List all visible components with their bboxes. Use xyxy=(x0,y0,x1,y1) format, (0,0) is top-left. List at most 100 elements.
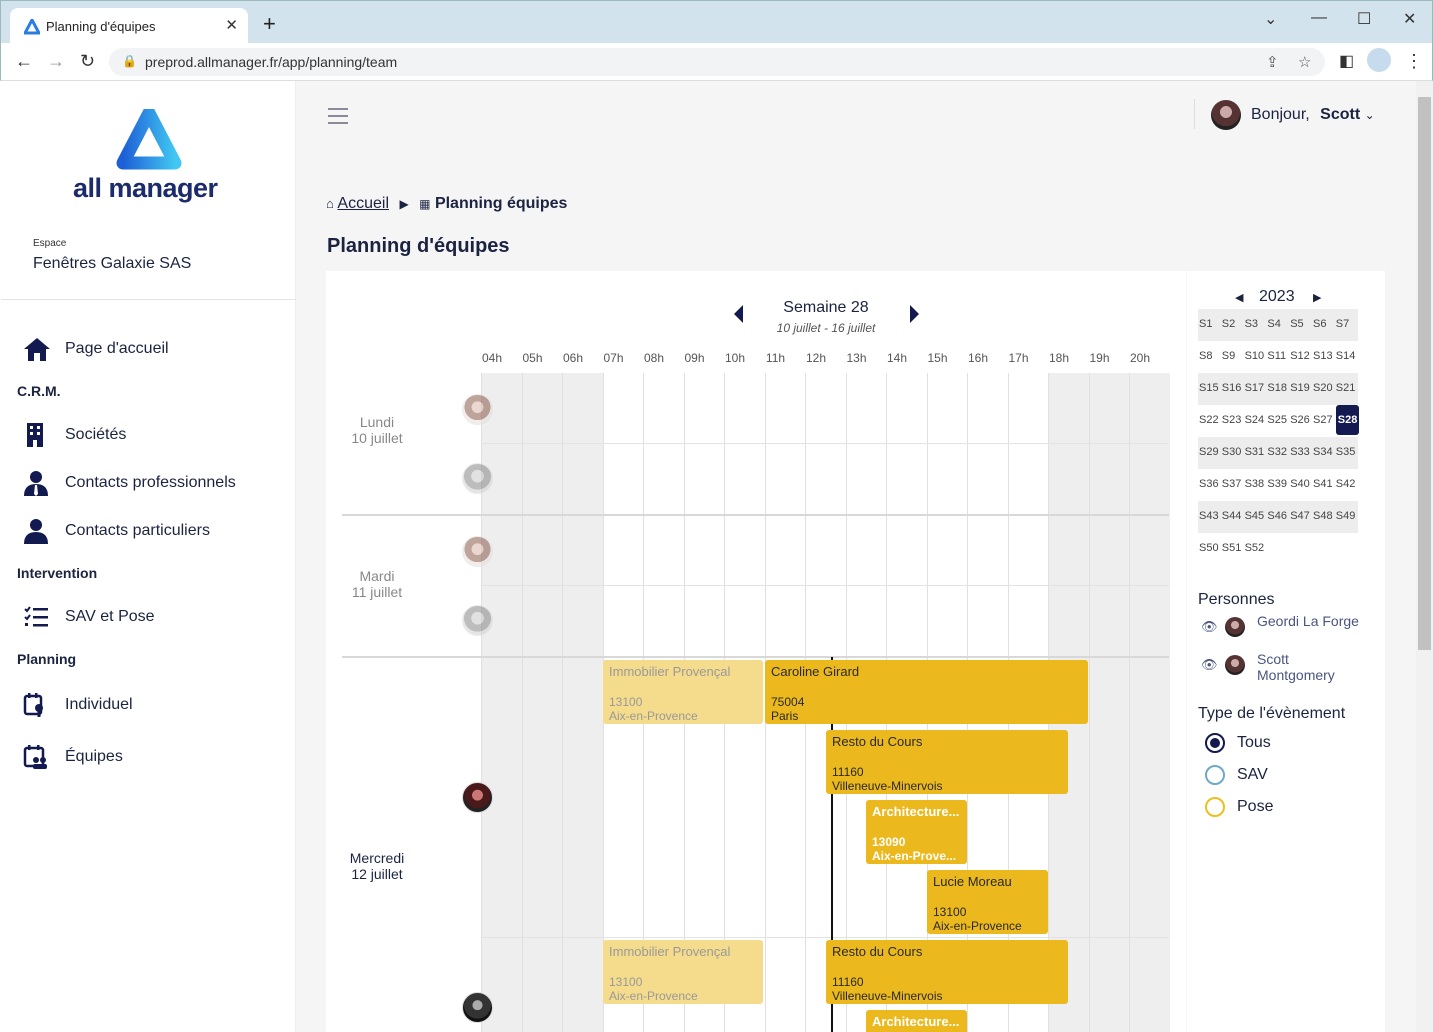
week-cell[interactable]: S27 xyxy=(1313,414,1333,426)
week-cell[interactable]: S32 xyxy=(1267,446,1287,458)
week-cell[interactable]: S52 xyxy=(1245,542,1265,554)
prev-year-icon[interactable]: ◀ xyxy=(1235,291,1243,304)
week-cell[interactable]: S26 xyxy=(1290,414,1310,426)
week-cell[interactable]: S21 xyxy=(1336,382,1356,394)
breadcrumb-home-link[interactable]: Accueil xyxy=(337,195,389,212)
week-cell[interactable]: S41 xyxy=(1313,478,1333,490)
reload-icon[interactable]: ↻ xyxy=(80,51,95,72)
radio-sav[interactable] xyxy=(1205,765,1225,785)
event-card[interactable]: Resto du Cours 11160 Villeneuve-Minervois xyxy=(826,940,1068,1004)
week-cell[interactable]: S24 xyxy=(1245,414,1265,426)
week-cell[interactable]: S6 xyxy=(1313,318,1326,330)
week-cell[interactable]: S7 xyxy=(1336,318,1349,330)
week-cell[interactable]: S29 xyxy=(1199,446,1219,458)
week-cell[interactable]: S17 xyxy=(1245,382,1265,394)
bookmark-star-icon[interactable]: ☆ xyxy=(1298,53,1311,71)
week-cell[interactable]: S12 xyxy=(1290,350,1310,362)
week-cell[interactable]: S1 xyxy=(1199,318,1212,330)
week-cell[interactable]: S13 xyxy=(1313,350,1333,362)
maximize-icon[interactable]: ☐ xyxy=(1357,9,1371,29)
hamburger-menu-icon[interactable] xyxy=(328,108,348,129)
week-cell[interactable]: S42 xyxy=(1336,478,1356,490)
week-cell[interactable]: S4 xyxy=(1267,318,1280,330)
back-icon[interactable]: ← xyxy=(15,51,33,72)
week-cell[interactable]: S3 xyxy=(1245,318,1258,330)
week-cell[interactable]: S30 xyxy=(1222,446,1242,458)
week-cell[interactable]: S9 xyxy=(1222,350,1235,362)
eye-icon[interactable]: 👁 xyxy=(1201,619,1218,635)
event-card[interactable]: Caroline Girard 75004 Paris xyxy=(765,660,1088,724)
week-cell[interactable]: S16 xyxy=(1222,382,1242,394)
hour-label: 05h xyxy=(522,351,543,365)
week-cell[interactable]: S44 xyxy=(1222,510,1242,522)
radio-pose[interactable] xyxy=(1205,797,1225,817)
browser-tab[interactable]: Planning d'équipes ✕ xyxy=(10,8,248,44)
week-cell[interactable]: S40 xyxy=(1290,478,1310,490)
event-title: Caroline Girard xyxy=(771,664,860,679)
week-cell[interactable]: S36 xyxy=(1199,478,1219,490)
new-tab-icon[interactable]: + xyxy=(263,11,276,37)
close-tab-icon[interactable]: ✕ xyxy=(225,16,238,34)
week-cell[interactable]: S10 xyxy=(1245,350,1265,362)
eye-icon[interactable]: 👁 xyxy=(1201,657,1218,673)
day-label: Mercredi 12 juillet xyxy=(342,850,412,882)
week-cell[interactable]: S37 xyxy=(1222,478,1242,490)
week-cell[interactable]: S48 xyxy=(1313,510,1333,522)
close-window-icon[interactable]: ✕ xyxy=(1403,9,1416,29)
event-card[interactable]: Immobilier Provençal 13100 Aix-en-Provence xyxy=(603,940,763,1004)
address-bar[interactable]: 🔒 preprod.allmanager.fr/app/planning/tea… xyxy=(109,48,1325,76)
menu-dots-icon[interactable]: ⋮ xyxy=(1405,51,1423,72)
week-cell[interactable]: S34 xyxy=(1313,446,1333,458)
week-cell[interactable]: S39 xyxy=(1267,478,1287,490)
next-week-icon[interactable] xyxy=(910,305,919,323)
event-card[interactable]: Architecture... 13090 Aix-en-Prove... xyxy=(866,800,967,864)
week-cell[interactable]: S43 xyxy=(1199,510,1219,522)
week-cell[interactable]: S38 xyxy=(1245,478,1265,490)
tab-search-icon[interactable]: ⌄ xyxy=(1264,9,1277,29)
calendar-team-icon xyxy=(23,745,47,769)
event-card[interactable]: Immobilier Provençal 13100 Aix-en-Provence xyxy=(603,660,763,724)
event-card[interactable]: Resto du Cours 11160 Villeneuve-Minervois xyxy=(826,730,1068,794)
prev-week-icon[interactable] xyxy=(734,305,743,323)
profile-icon[interactable] xyxy=(1367,48,1391,72)
week-cell[interactable]: S49 xyxy=(1336,510,1356,522)
week-cell[interactable]: S18 xyxy=(1267,382,1287,394)
user-menu[interactable]: Bonjour, Scott ⌄ xyxy=(1194,99,1375,130)
side-panel-icon[interactable]: ◧ xyxy=(1339,51,1354,71)
week-cell[interactable]: S14 xyxy=(1336,350,1356,362)
forward-icon[interactable]: → xyxy=(47,51,65,72)
week-cell[interactable]: S28 xyxy=(1335,405,1360,435)
event-card[interactable]: Lucie Moreau 13100 Aix-en-Provence xyxy=(927,870,1048,934)
avatar xyxy=(462,463,493,494)
week-cell[interactable]: S19 xyxy=(1290,382,1310,394)
day-row-mardi: Mardi 11 juillet xyxy=(342,514,1169,658)
event-city: Paris xyxy=(771,709,799,723)
week-cell[interactable]: S47 xyxy=(1290,510,1310,522)
week-cell[interactable]: S31 xyxy=(1245,446,1265,458)
event-zip: 11160 xyxy=(832,765,864,779)
week-cell[interactable]: S20 xyxy=(1313,382,1333,394)
minimize-icon[interactable]: — xyxy=(1311,9,1327,27)
page-scrollbar-thumb[interactable] xyxy=(1418,97,1431,650)
week-cell[interactable]: S2 xyxy=(1222,318,1235,330)
week-cell[interactable]: S25 xyxy=(1267,414,1287,426)
week-cell[interactable]: S45 xyxy=(1245,510,1265,522)
week-cell[interactable]: S8 xyxy=(1199,350,1212,362)
next-year-icon[interactable]: ▶ xyxy=(1313,291,1321,304)
week-cell[interactable]: S5 xyxy=(1290,318,1303,330)
radio-tous[interactable] xyxy=(1205,733,1225,753)
week-cell[interactable]: S35 xyxy=(1336,446,1356,458)
week-cell[interactable]: S23 xyxy=(1222,414,1242,426)
share-icon[interactable]: ⇪ xyxy=(1266,53,1279,71)
week-cell[interactable]: S51 xyxy=(1222,542,1242,554)
week-cell[interactable]: S11 xyxy=(1267,350,1286,362)
week-cell[interactable]: S46 xyxy=(1267,510,1287,522)
week-cell[interactable]: S50 xyxy=(1199,542,1219,554)
day-label: Lundi 10 juillet xyxy=(342,414,412,446)
browser-titlebar: Planning d'équipes ✕ + ⌄ — ☐ ✕ xyxy=(0,0,1433,44)
week-cell[interactable]: S33 xyxy=(1290,446,1310,458)
day-name: Lundi xyxy=(359,414,395,430)
week-cell[interactable]: S22 xyxy=(1199,414,1219,426)
week-cell[interactable]: S15 xyxy=(1199,382,1219,394)
event-card[interactable]: Architecture... xyxy=(866,1010,967,1032)
